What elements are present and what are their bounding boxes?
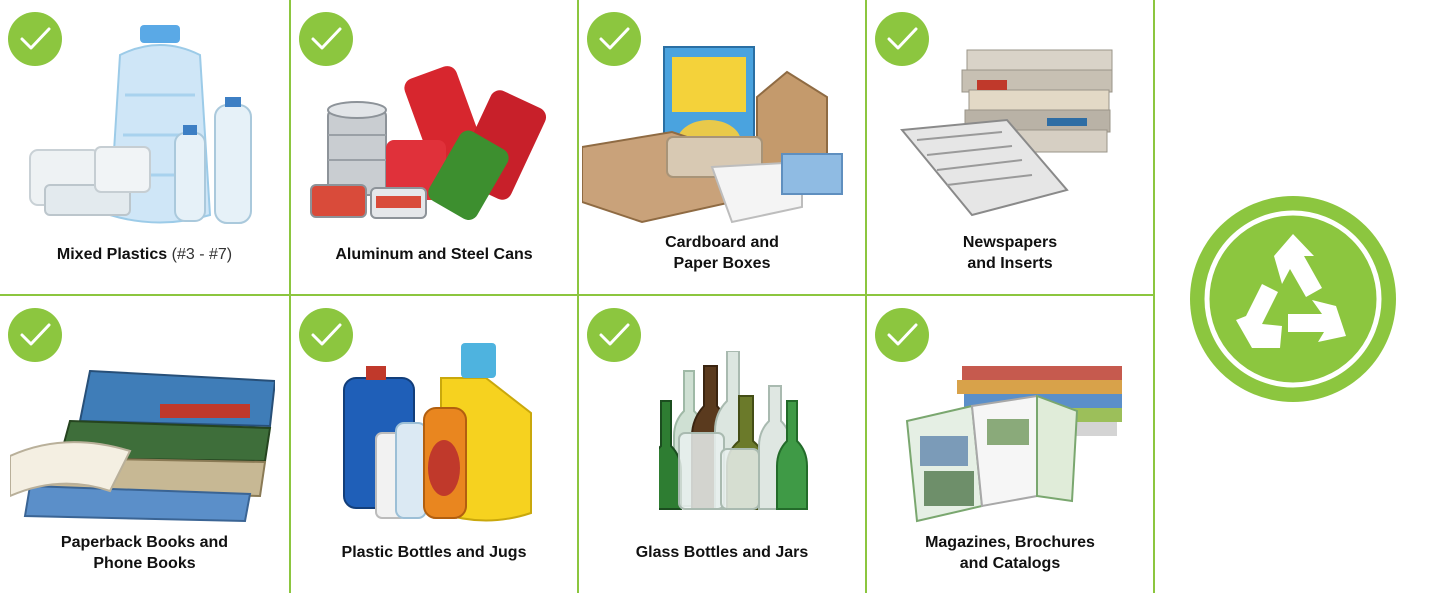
newspapers-image xyxy=(900,49,1113,217)
item-label: Cardboard and Paper Boxes xyxy=(665,234,779,272)
cans-image xyxy=(310,66,547,220)
item-paperback-phone-books: Paperback Books and Phone Books xyxy=(0,296,289,593)
check-icon xyxy=(8,308,62,362)
grid-divider xyxy=(0,294,1155,296)
item-label: Magazines, Brochures and Catalogs xyxy=(925,534,1095,572)
item-label: Paperback Books and Phone Books xyxy=(60,534,229,572)
bottles-jugs-image xyxy=(343,343,532,522)
grid-divider xyxy=(577,0,579,593)
item-label: Aluminum and Steel Cans xyxy=(335,246,533,263)
boxes-image xyxy=(582,46,843,224)
item-cardboard-paper-boxes: Cardboard and Paper Boxes xyxy=(579,0,865,294)
books-image xyxy=(10,369,275,523)
item-newspapers-inserts: Newspapers and Inserts xyxy=(867,0,1153,294)
check-icon xyxy=(875,308,929,362)
recyclables-grid: Mixed Plastics (#3 - #7) Aluminum and St… xyxy=(0,0,1155,593)
grid-divider xyxy=(865,0,867,593)
magazines-image xyxy=(905,366,1122,523)
item-label: Mixed Plastics (#3 - #7) xyxy=(56,246,233,263)
recycle-icon xyxy=(1190,196,1396,402)
glass-image xyxy=(659,351,808,510)
grid-divider xyxy=(289,0,291,593)
mixed-plastics-image xyxy=(29,25,252,224)
grid-divider xyxy=(1153,0,1155,593)
item-mixed-plastics: Mixed Plastics (#3 - #7) xyxy=(0,0,289,294)
item-plastic-bottles-jugs: Plastic Bottles and Jugs xyxy=(291,296,577,593)
item-aluminum-steel-cans: Aluminum and Steel Cans xyxy=(291,0,577,294)
item-label: Glass Bottles and Jars xyxy=(635,544,809,561)
item-label: Newspapers and Inserts xyxy=(962,234,1058,272)
item-magazines-brochures-catalogs: Magazines, Brochures and Catalogs xyxy=(867,296,1153,593)
check-icon xyxy=(587,308,641,362)
item-label: Plastic Bottles and Jugs xyxy=(341,544,527,561)
item-glass-bottles-jars: Glass Bottles and Jars xyxy=(579,296,865,593)
